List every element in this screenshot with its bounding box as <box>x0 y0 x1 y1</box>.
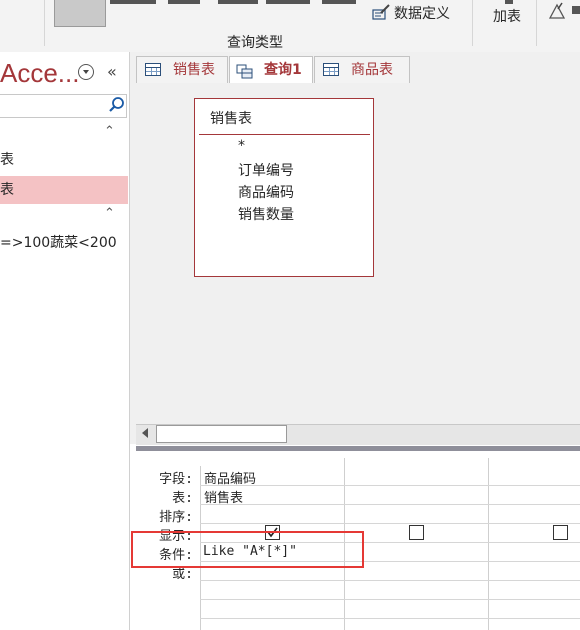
add-table-button[interactable]: 加表 <box>493 6 521 26</box>
ribbon-cut-label <box>572 6 580 14</box>
scroll-left-arrow-icon[interactable] <box>142 428 148 438</box>
collapse-pane-icon[interactable]: « <box>107 62 117 81</box>
tab-query1[interactable]: 查询1 <box>229 56 313 84</box>
ribbon-divider <box>44 0 45 46</box>
ribbon-cut-label <box>168 0 200 4</box>
grid-row-line <box>200 485 580 486</box>
ribbon-divider <box>472 0 473 46</box>
nav-item-label: 表 <box>0 182 14 198</box>
nav-menu-dropdown-icon[interactable] <box>78 64 94 80</box>
nav-item-label: =>100蔬菜<200 <box>0 235 117 251</box>
field-list-item[interactable]: * <box>238 138 245 154</box>
nav-item-label: 表 <box>0 152 14 168</box>
property-sheet-icon[interactable] <box>548 2 566 20</box>
ribbon-divider <box>536 0 537 46</box>
nav-item-table[interactable]: 表 <box>0 146 128 174</box>
field-list-title[interactable]: 销售表 <box>210 108 252 128</box>
criteria-highlight-box <box>131 531 364 568</box>
grid-row-line <box>200 523 580 524</box>
field-list-item[interactable]: 销售数量 <box>238 204 294 224</box>
group-collapse-icon[interactable]: ⌃ <box>104 124 115 139</box>
ribbon-cut-label <box>266 0 310 4</box>
tab-sales-table[interactable]: 销售表 <box>136 56 228 83</box>
ribbon-cut-label <box>0 0 22 6</box>
tab-label: 销售表 <box>173 62 215 78</box>
grid-field-cell[interactable]: 商品编码 <box>204 468 256 487</box>
table-icon <box>145 63 161 76</box>
row-label-table: 表: <box>172 491 193 506</box>
row-label-field: 字段: <box>159 472 193 487</box>
group-collapse-icon[interactable]: ⌃ <box>104 206 115 221</box>
ribbon-cut-label <box>505 0 513 4</box>
nav-pane-title[interactable]: Acce... <box>0 58 79 89</box>
nav-item-table-selected[interactable]: 表 <box>0 176 128 204</box>
query-icon <box>236 62 253 79</box>
tab-label: 查询1 <box>264 62 302 78</box>
grid-row-line <box>200 599 580 600</box>
table-icon <box>323 63 339 76</box>
scrollbar-thumb[interactable] <box>156 425 287 443</box>
run-button[interactable] <box>54 0 106 27</box>
grid-row-line <box>200 618 580 619</box>
row-label-sort: 排序: <box>159 510 193 525</box>
grid-row-line <box>200 580 580 581</box>
field-list-item[interactable]: 商品编码 <box>238 182 294 202</box>
ribbon-cut-label <box>218 0 258 4</box>
grid-table-cell[interactable]: 销售表 <box>204 487 243 506</box>
nav-item-query[interactable]: =>100蔬菜<200 <box>0 229 128 257</box>
show-checkbox[interactable] <box>553 525 568 540</box>
data-definition-button[interactable]: 数据定义 <box>394 3 450 23</box>
data-definition-icon <box>372 4 390 20</box>
field-list-item[interactable]: 订单编号 <box>238 160 294 180</box>
ribbon: 数据定义 查询类型 加表 <box>0 0 580 53</box>
grid-column-line <box>488 458 489 630</box>
search-icon[interactable] <box>108 96 126 118</box>
ribbon-cut-label <box>322 0 356 4</box>
tab-product-table[interactable]: 商品表 <box>314 56 410 83</box>
field-list-divider <box>199 134 370 135</box>
query-type-group-label: 查询类型 <box>227 35 283 51</box>
show-checkbox[interactable] <box>409 525 424 540</box>
ribbon-cut-label <box>110 0 156 4</box>
tab-label: 商品表 <box>351 62 393 78</box>
grid-row-line <box>200 504 580 505</box>
